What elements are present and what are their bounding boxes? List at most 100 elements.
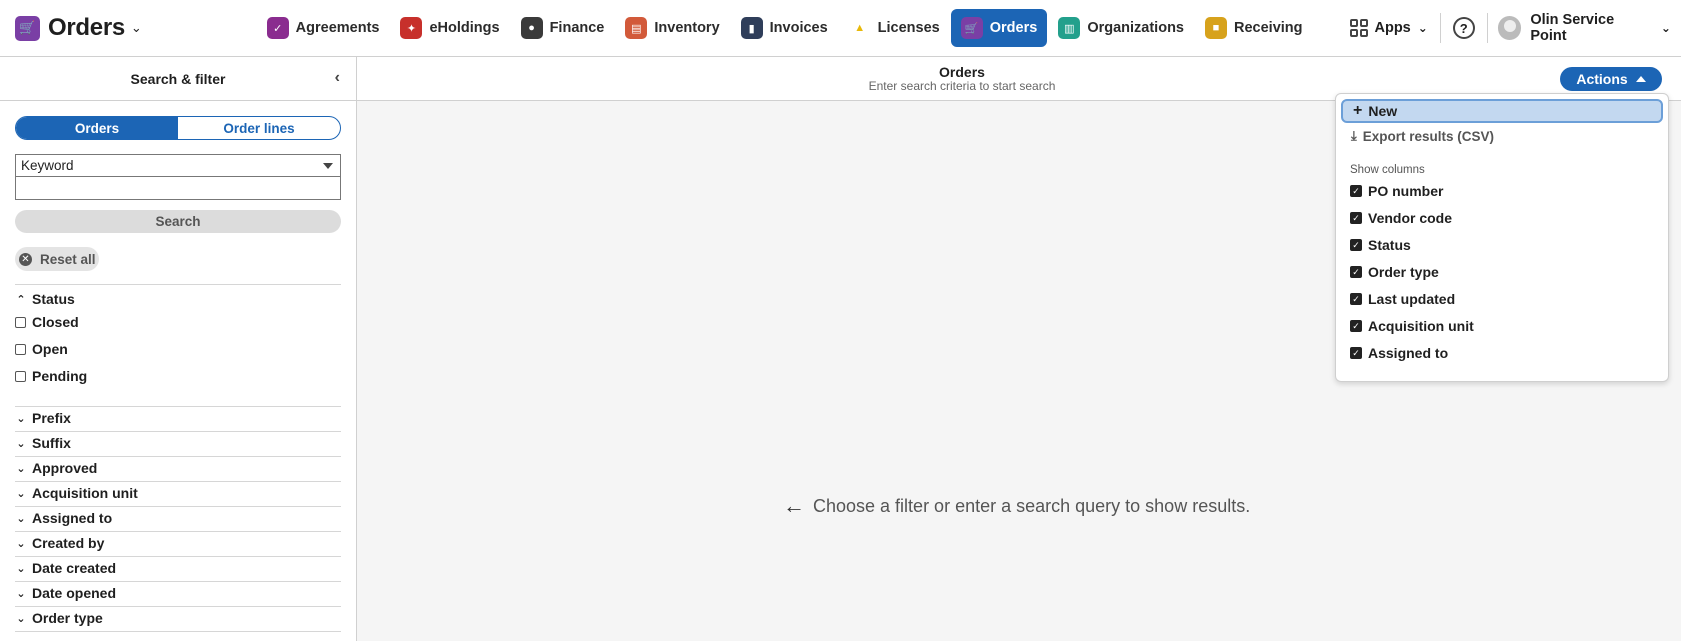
nav-item-organizations[interactable]: ▥ Organizations <box>1048 9 1194 47</box>
accordion-created-by[interactable]: ⌄ Created by <box>15 535 104 551</box>
accordion-assigned-to[interactable]: ⌄ Assigned to <box>15 510 112 526</box>
search-input[interactable] <box>15 177 341 200</box>
checkbox-checked-icon[interactable]: ✓ <box>1350 266 1362 278</box>
avatar <box>1497 16 1522 40</box>
app-nav: ✓ Agreements ✦ eHoldings ● Finance ▤ Invento… <box>257 0 1314 56</box>
accordion-label: Assigned to <box>32 510 113 526</box>
search-index-value: Keyword <box>21 158 74 173</box>
nav-item-licenses[interactable]: ▲ Licenses <box>839 9 950 47</box>
close-circle-icon: ✕ <box>19 252 32 266</box>
download-icon: ⤓ <box>1351 128 1357 143</box>
accordion-acquisition-unit[interactable]: ⌄ Acquisition unit <box>15 485 137 501</box>
nav-item-label: Receiving <box>1234 20 1303 36</box>
new-button[interactable]: + New <box>1341 99 1663 123</box>
organizations-icon: ▥ <box>1058 17 1081 39</box>
column-toggle-vendor-code[interactable]: ✓ Vendor code <box>1350 210 1452 226</box>
column-toggle-last-updated[interactable]: ✓ Last updated <box>1350 291 1455 307</box>
divider <box>15 631 341 632</box>
nav-item-label: Inventory <box>654 20 720 36</box>
nav-item-inventory[interactable]: ▤ Inventory <box>615 9 729 47</box>
column-label: Order type <box>1368 264 1439 280</box>
accordion-date-created[interactable]: ⌄ Date created <box>15 560 116 576</box>
accordion-suffix[interactable]: ⌄ Suffix <box>15 435 71 451</box>
nav-item-agreements[interactable]: ✓ Agreements <box>257 9 390 47</box>
apps-menu-button[interactable]: Apps ⌄ <box>1338 19 1440 37</box>
export-csv-button[interactable]: ⤓ Export results (CSV) <box>1351 128 1494 144</box>
filter-pane-header: Search & filter ‹ <box>0 57 356 101</box>
nav-item-finance[interactable]: ● Finance <box>511 9 615 47</box>
invoices-icon: ▮ <box>740 17 763 39</box>
checkbox-checked-icon[interactable]: ✓ <box>1350 239 1362 251</box>
accordion-date-opened[interactable]: ⌄ Date opened <box>15 585 116 601</box>
actions-label: Actions <box>1576 71 1628 87</box>
column-toggle-po-number[interactable]: ✓ PO number <box>1350 183 1443 199</box>
accordion-label: Status <box>32 291 75 307</box>
export-label: Export results (CSV) <box>1362 128 1495 144</box>
chevron-down-icon: ⌄ <box>16 562 26 575</box>
column-toggle-acquisition-unit[interactable]: ✓ Acquisition unit <box>1350 318 1474 334</box>
checkbox[interactable] <box>15 343 26 355</box>
nav-item-label: eHoldings <box>429 20 500 36</box>
accordion-order-type[interactable]: ⌄ Order type <box>15 610 102 626</box>
top-navigation-bar: 🛒 Orders ⌄ ✓ Agreements ✦ eHoldings ● Finan… <box>0 0 1681 57</box>
column-label: PO number <box>1368 183 1444 199</box>
chevron-down-icon: ⌄ <box>16 462 26 475</box>
accordion-label: Prefix <box>32 410 71 426</box>
column-toggle-status[interactable]: ✓ Status <box>1350 237 1411 253</box>
chevron-left-icon[interactable]: ‹ <box>335 69 340 87</box>
finance-icon: ● <box>520 17 543 39</box>
nav-item-eholdings[interactable]: ✦ eHoldings <box>390 9 509 47</box>
accordion-label: Approved <box>32 460 98 476</box>
caret-down-icon <box>323 163 333 169</box>
search-index-select[interactable]: Keyword <box>15 154 341 177</box>
checkbox-checked-icon[interactable]: ✓ <box>1350 320 1362 332</box>
accordion-prefix[interactable]: ⌄ Prefix <box>15 410 71 426</box>
column-toggle-assigned-to[interactable]: ✓ Assigned to <box>1350 345 1448 361</box>
search-button[interactable]: Search <box>15 210 341 233</box>
checkbox-checked-icon[interactable]: ✓ <box>1350 212 1362 224</box>
checkbox-checked-icon[interactable]: ✓ <box>1350 185 1362 197</box>
nav-item-receiving[interactable]: ■ Receiving <box>1195 9 1313 47</box>
chevron-down-icon: ⌄ <box>16 587 26 600</box>
actions-dropdown-menu: + New ⤓ Export results (CSV) Show column… <box>1335 93 1669 382</box>
nav-item-label: Finance <box>549 20 605 36</box>
checkbox-open[interactable]: Open <box>15 341 68 357</box>
empty-message-text: Choose a filter or enter a search query … <box>813 495 1251 516</box>
page-title: Orders <box>939 64 985 80</box>
cart-icon: 🛒 <box>15 15 40 41</box>
segment-order-lines[interactable]: Order lines <box>178 117 340 139</box>
app-switcher[interactable]: 🛒 Orders ⌄ <box>0 0 249 56</box>
checkbox[interactable] <box>15 370 26 382</box>
nav-item-label: Licenses <box>877 20 940 36</box>
reset-all-button[interactable]: ✕ Reset all <box>15 247 99 271</box>
divider <box>15 431 341 432</box>
nav-item-invoices[interactable]: ▮ Invoices <box>731 9 838 47</box>
nav-item-orders[interactable]: 🛒 Orders <box>950 9 1048 47</box>
checkbox-checked-icon[interactable]: ✓ <box>1350 347 1362 359</box>
show-columns-heading: Show columns <box>1350 164 1425 176</box>
checkbox-checked-icon[interactable]: ✓ <box>1350 293 1362 305</box>
checkbox-label: Pending <box>32 368 88 384</box>
user-label: Olin Service Point <box>1530 12 1615 44</box>
checkbox[interactable] <box>15 316 26 328</box>
filter-pane-title: Search & filter <box>130 70 226 87</box>
accordion-approved[interactable]: ⌄ Approved <box>15 460 97 476</box>
divider <box>15 506 341 507</box>
checkbox-closed[interactable]: Closed <box>15 314 79 330</box>
divider <box>15 556 341 557</box>
divider <box>15 284 341 285</box>
current-app-name: Orders <box>48 14 125 41</box>
segment-orders[interactable]: Orders <box>16 117 178 139</box>
nav-item-label: Organizations <box>1087 20 1184 36</box>
help-icon[interactable]: ? <box>1452 17 1475 39</box>
actions-button[interactable]: Actions <box>1560 67 1662 91</box>
licenses-icon: ▲ <box>848 17 871 39</box>
checkbox-label: Closed <box>32 314 79 330</box>
chevron-down-icon: ⌄ <box>130 20 142 35</box>
accordion-status[interactable]: ⌃ Status <box>15 291 75 307</box>
column-toggle-order-type[interactable]: ✓ Order type <box>1350 264 1439 280</box>
user-menu-button[interactable]: Olin Service Point ⌄ <box>1488 12 1681 44</box>
search-filter-pane: Search & filter ‹ Orders Order lines Key… <box>0 57 357 641</box>
new-label: New <box>1368 103 1398 119</box>
checkbox-pending[interactable]: Pending <box>15 368 87 384</box>
